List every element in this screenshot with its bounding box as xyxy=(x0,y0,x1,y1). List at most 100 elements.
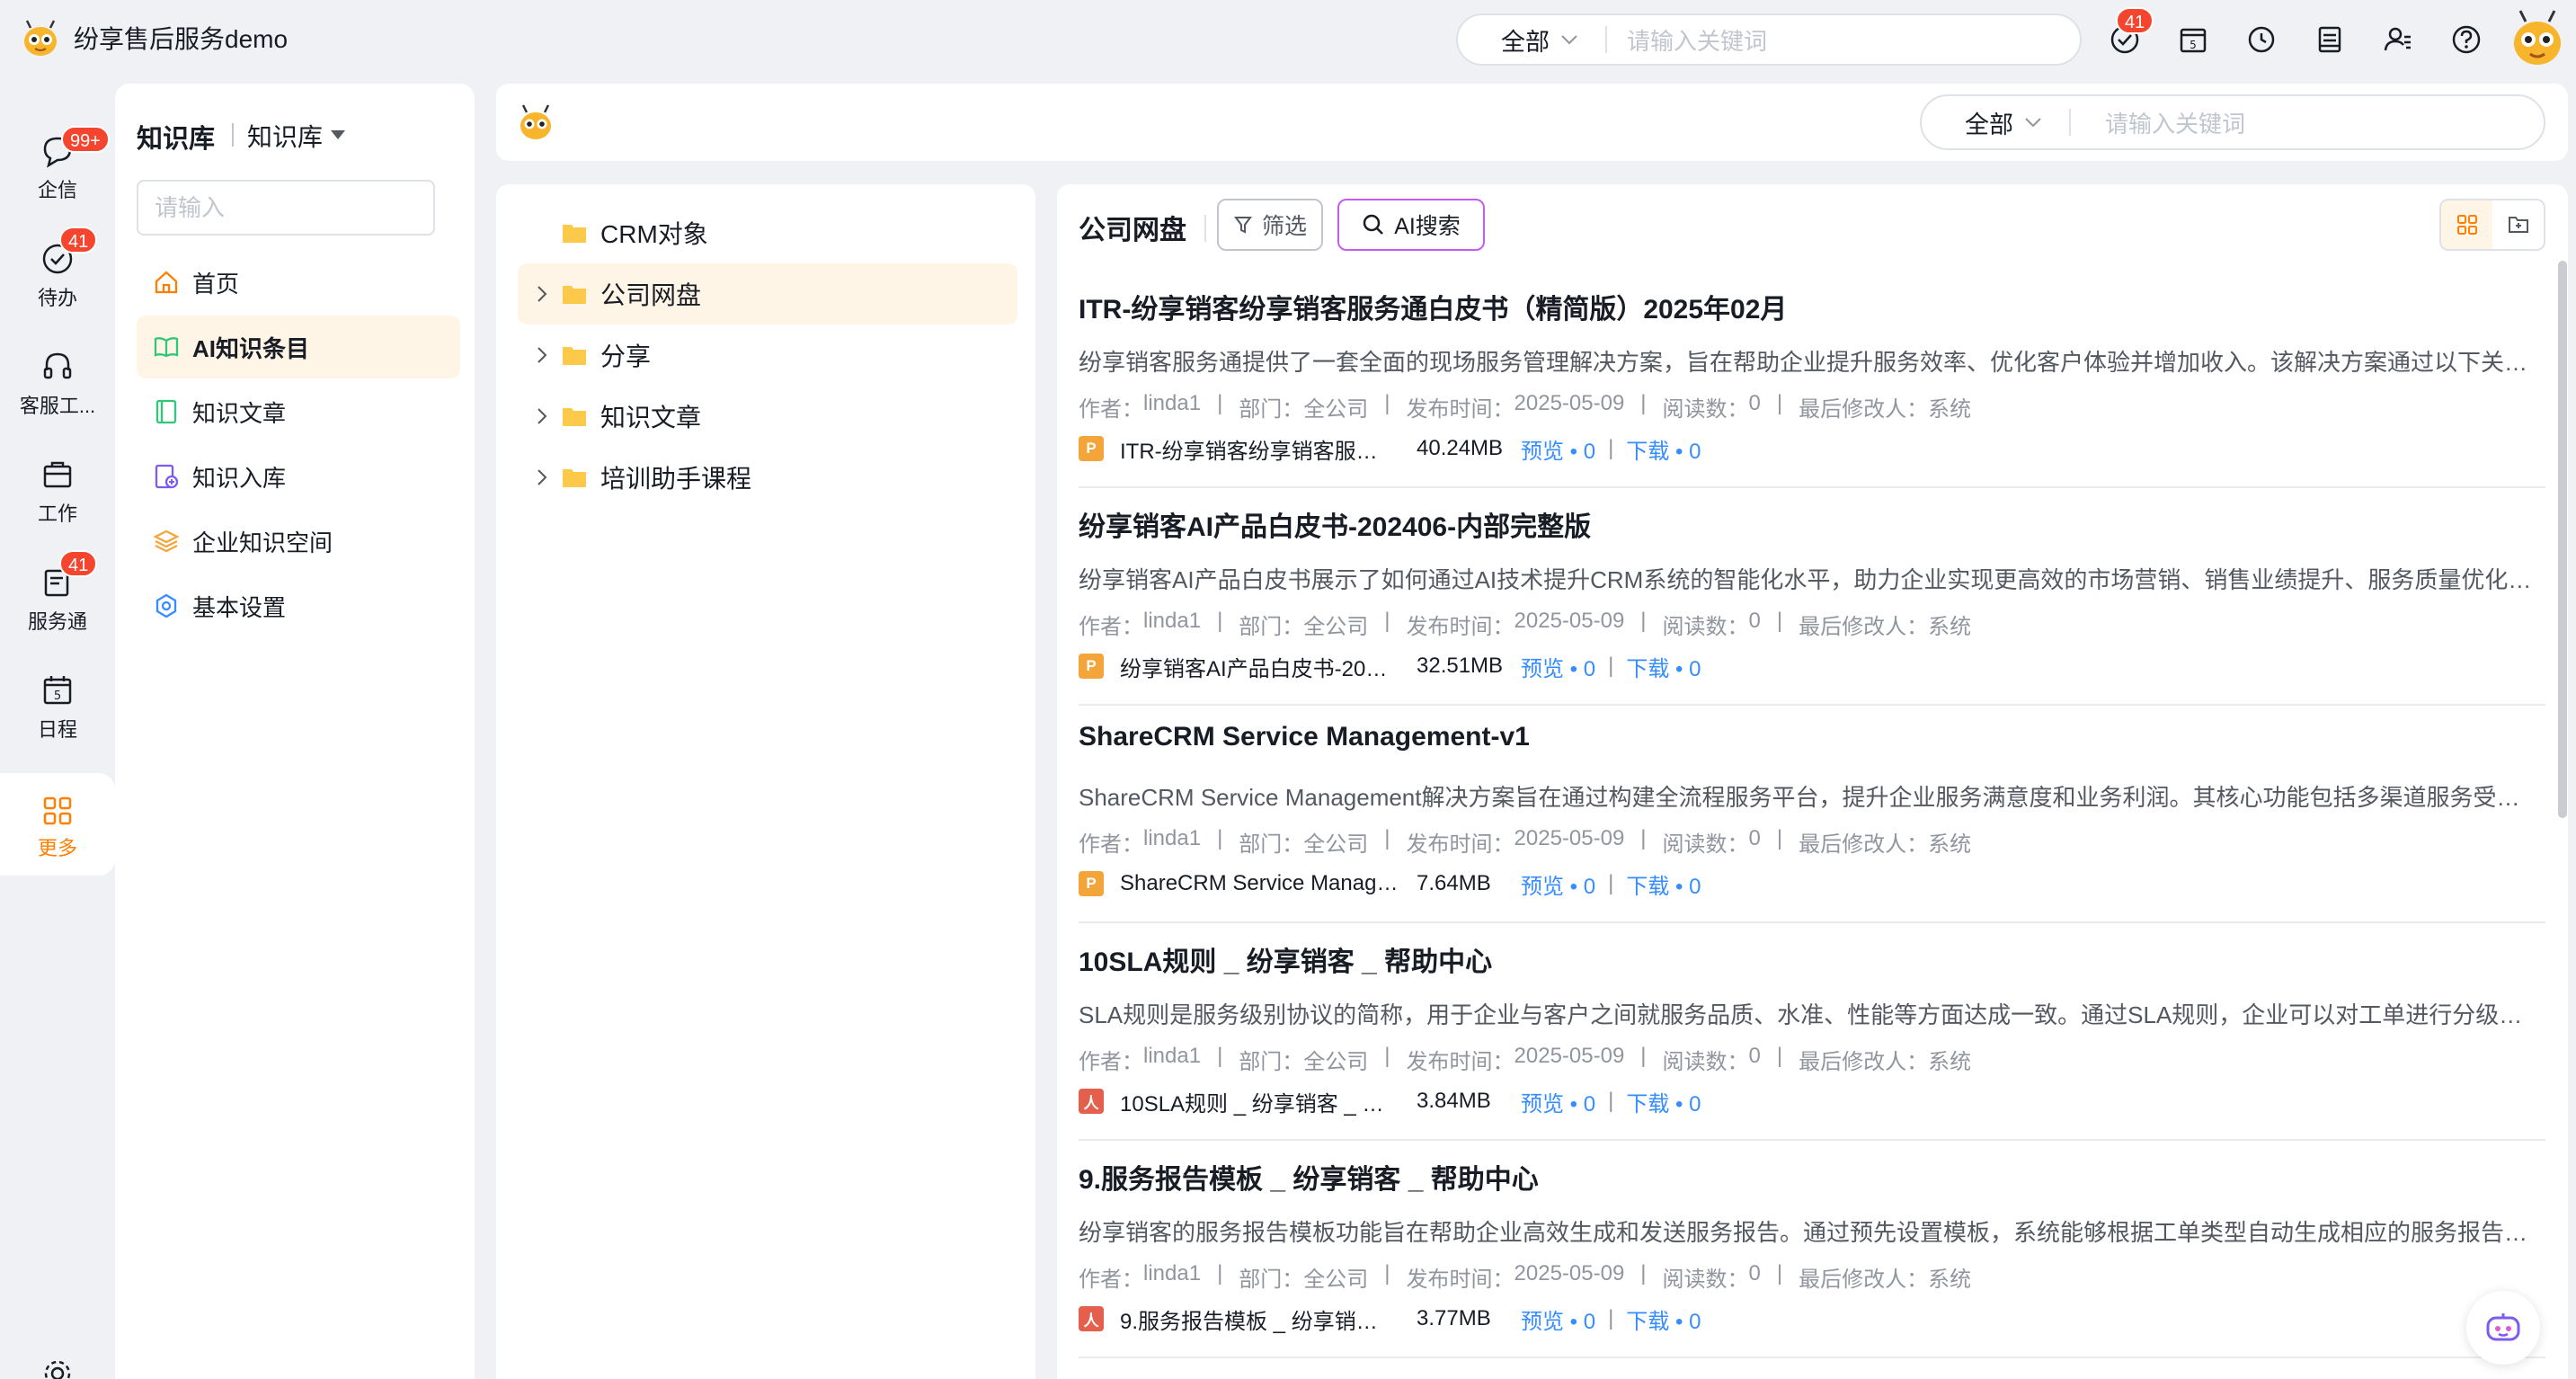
document-row[interactable]: 纷享销客AI产品白皮书-202406-内部完整版 纷享销客AI产品白皮书展示了如何… xyxy=(1079,488,2545,706)
contacts-button[interactable] xyxy=(2380,22,2416,58)
separator: | xyxy=(1384,1044,1390,1068)
ai-search-button[interactable]: AI搜索 xyxy=(1337,199,1485,251)
global-search[interactable]: 全部 请输入关键词 xyxy=(1456,13,2082,66)
sidebar-item-knowledge-space[interactable]: 企业知识空间 xyxy=(137,510,460,573)
download-link[interactable]: 下载 • 0 xyxy=(1626,1303,1701,1335)
document-title[interactable]: 纷享销客AI产品白皮书-202406-内部完整版 xyxy=(1079,504,1591,544)
separator: | xyxy=(1384,391,1390,415)
nav-badge: 99+ xyxy=(61,126,110,153)
nav-item-customer-service[interactable]: 客服工... xyxy=(0,347,115,419)
document-summary: ShareCRM Service Management解决方案旨在通过构建全流程… xyxy=(1079,784,2535,811)
tree-item-company-drive[interactable]: 公司网盘 xyxy=(518,263,1017,325)
download-link[interactable]: 下载 • 0 xyxy=(1626,868,1701,900)
sidebar-item-import[interactable]: 知识入库 xyxy=(137,445,460,508)
calendar-button[interactable]: 5 xyxy=(2175,22,2211,58)
download-link[interactable]: 下载 • 0 xyxy=(1626,1086,1701,1117)
nav-item-qixin[interactable]: 99+ 企信 xyxy=(0,126,115,203)
scrollbar[interactable] xyxy=(2558,261,2567,818)
separator: | xyxy=(1384,826,1390,850)
preview-link[interactable]: 预览 • 0 xyxy=(1521,651,1595,682)
document-title[interactable]: 9.服务报告模板 _ 纷享销客 _ 帮助中心 xyxy=(1079,1157,1539,1197)
help-button[interactable] xyxy=(2448,22,2484,58)
separator: | xyxy=(1776,609,1783,633)
ai-assistant-button[interactable] xyxy=(2466,1291,2540,1365)
nav-item-service[interactable]: 41 服务通 xyxy=(0,550,115,635)
home-icon xyxy=(155,271,178,294)
document-meta: 作者： linda1 | 部门： 全公司 | 发布时间： 2025-05-09 | 阅读数： 0 | 最… xyxy=(1079,391,1971,423)
pdf-file-icon: 人 xyxy=(1079,1089,1104,1114)
filter-button[interactable]: 筛选 xyxy=(1217,199,1323,251)
document-row[interactable]: 10SLA规则 _ 纷享销客 _ 帮助中心 SLA规则是服务级别协议的简称，用于企… xyxy=(1079,923,2545,1141)
todo-button[interactable]: 41 xyxy=(2107,7,2154,58)
separator: | xyxy=(1217,391,1223,415)
ppt-file-icon: P xyxy=(1079,654,1104,679)
meta-published-label: 发布时间： xyxy=(1406,615,1515,639)
panel-title: 公司网盘 xyxy=(1079,216,1186,245)
folder-view-button[interactable] xyxy=(2492,200,2544,249)
search-scope-select[interactable]: 全部 xyxy=(1501,22,1578,58)
search-scope-select[interactable]: 全部 xyxy=(1965,105,2042,140)
meta-published-label: 发布时间： xyxy=(1406,1050,1515,1074)
document-title[interactable]: ShareCRM Service Management-v1 xyxy=(1079,722,1530,752)
layers-icon xyxy=(153,529,180,553)
file-size: 40.24MB xyxy=(1417,436,1504,460)
nav-item-todo[interactable]: 41 待办 xyxy=(0,227,115,311)
document-summary: 纷享销客的服务报告模板功能旨在帮助企业高效生成和发送服务报告。通过预先设置模板，… xyxy=(1079,1219,2535,1246)
sidebar-subtitle-select[interactable]: 知识库 xyxy=(247,118,323,154)
tree-item-label: 培训助手课程 xyxy=(600,465,752,493)
nav-item-schedule[interactable]: 5 日程 xyxy=(0,671,115,743)
tree-item-training[interactable]: 培训助手课程 xyxy=(518,447,1017,508)
caret-down-icon[interactable] xyxy=(329,129,347,141)
preview-link[interactable]: 预览 • 0 xyxy=(1521,1086,1595,1117)
chevron-right-icon[interactable] xyxy=(537,468,547,486)
sidebar-item-settings[interactable]: 基本设置 xyxy=(137,574,460,637)
nav-item-more[interactable]: 更多 xyxy=(0,773,115,876)
nav-item-work[interactable]: 工作 xyxy=(0,455,115,527)
tree-item-label: 知识文章 xyxy=(600,404,702,431)
search-input[interactable]: 请输入关键词 xyxy=(1627,23,1767,57)
file-name[interactable]: ITR-纷享销客纷享销客服务通白皮书 xyxy=(1120,433,1399,465)
document-row[interactable]: ShareCRM Service Management-v1 ShareCRM S… xyxy=(1079,706,2545,923)
tree-item-share[interactable]: 分享 xyxy=(518,325,1017,386)
chevron-right-icon[interactable] xyxy=(537,285,547,303)
separator: | xyxy=(1776,1044,1783,1068)
gear-icon[interactable] xyxy=(40,1356,76,1379)
chevron-right-icon[interactable] xyxy=(537,346,547,364)
meta-modifier: 系统 xyxy=(1928,1050,1972,1074)
file-name[interactable]: ShareCRM Service Management-v1 xyxy=(1120,871,1399,896)
meta-modifier-label: 最后修改人： xyxy=(1799,1050,1929,1074)
sidebar-item-home[interactable]: 首页 xyxy=(137,251,460,314)
book-icon xyxy=(154,337,179,358)
meta-published-label: 发布时间： xyxy=(1406,397,1515,422)
divider xyxy=(1605,26,1607,53)
preview-link[interactable]: 预览 • 0 xyxy=(1521,1303,1595,1335)
search-input[interactable]: 请输入关键词 xyxy=(2105,106,2245,139)
file-name[interactable]: 9.服务报告模板 _ 纷享销客 _ 帮助中心 xyxy=(1120,1303,1399,1335)
tree-item-articles[interactable]: 知识文章 xyxy=(518,386,1017,447)
history-button[interactable] xyxy=(2243,22,2279,58)
download-link[interactable]: 下载 • 0 xyxy=(1626,433,1701,465)
file-name[interactable]: 纷享销客AI产品白皮书-202406-内部完整版 xyxy=(1120,651,1399,682)
meta-modifier-label: 最后修改人： xyxy=(1799,615,1929,639)
notes-button[interactable] xyxy=(2312,22,2348,58)
document-title[interactable]: 10SLA规则 _ 纷享销客 _ 帮助中心 xyxy=(1079,939,1492,979)
knowledge-search[interactable]: 全部 请输入关键词 xyxy=(1920,94,2545,150)
sidebar-search-input[interactable]: 请输入 xyxy=(137,180,435,236)
document-title[interactable]: ITR-纷享销客纷享销客服务通白皮书（精简版）2025年02月 xyxy=(1079,287,1787,326)
separator: | xyxy=(1384,609,1390,633)
file-name[interactable]: 10SLA规则 _ 纷享销客 _ 帮助中心 xyxy=(1120,1086,1399,1117)
chevron-right-icon[interactable] xyxy=(537,407,547,425)
tree-item-crm[interactable]: CRM对象 xyxy=(518,202,1017,263)
user-avatar[interactable] xyxy=(2506,7,2569,70)
preview-link[interactable]: 预览 • 0 xyxy=(1521,868,1595,900)
sidebar-item-ai-knowledge[interactable]: AI知识条目 xyxy=(137,316,460,378)
tree-item-label: 分享 xyxy=(600,343,652,370)
meta-modifier: 系统 xyxy=(1928,1268,1972,1292)
document-row[interactable]: ITR-纷享销客纷享销客服务通白皮书（精简版）2025年02月 纷享销客服务通提供… xyxy=(1079,271,2545,488)
download-link[interactable]: 下载 • 0 xyxy=(1626,651,1701,682)
document-row[interactable]: 9.服务报告模板 _ 纷享销客 _ 帮助中心纷享销客的服务报告模板功能旨在帮助企… xyxy=(1079,1141,2545,1358)
todo-badge: 41 xyxy=(2116,7,2154,34)
grid-view-button[interactable] xyxy=(2441,200,2492,249)
preview-link[interactable]: 预览 • 0 xyxy=(1521,433,1595,465)
sidebar-item-articles[interactable]: 知识文章 xyxy=(137,380,460,443)
